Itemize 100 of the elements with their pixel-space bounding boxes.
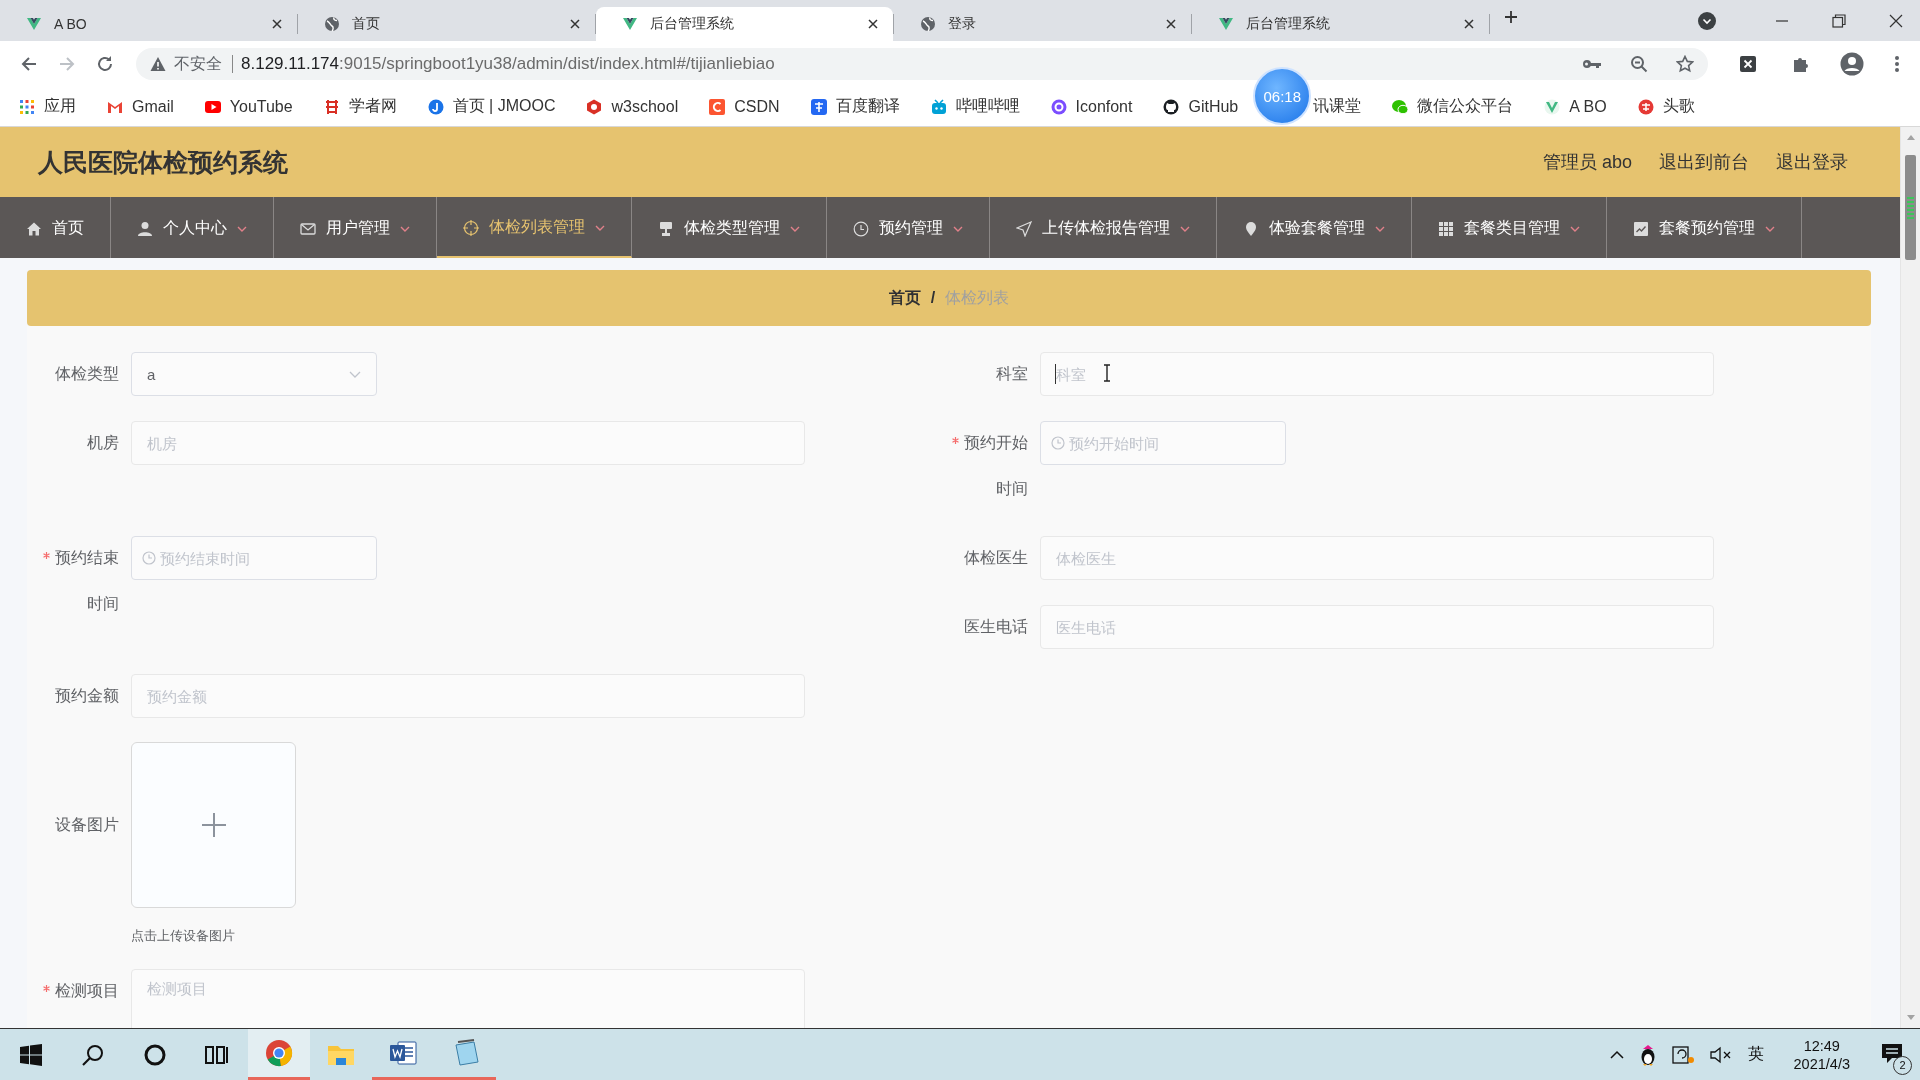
chart-icon: [1633, 220, 1649, 237]
nav-item[interactable]: 体检列表管理: [437, 197, 632, 258]
field-label: 预约金额: [54, 686, 120, 706]
breadcrumb-link[interactable]: 首页: [888, 287, 921, 309]
network-icon[interactable]: [1671, 1043, 1694, 1066]
input-field[interactable]: 体检医生: [1040, 536, 1714, 580]
bookmark-link[interactable]: CSDN: [734, 97, 780, 116]
bookmark-link[interactable]: GitHub: [1188, 97, 1239, 116]
close-icon[interactable]: [867, 18, 879, 30]
nav-item[interactable]: 用户管理: [274, 197, 437, 258]
new-tab-icon[interactable]: [1504, 9, 1518, 24]
user-icon: [137, 220, 153, 237]
star-icon[interactable]: [1676, 55, 1694, 73]
task-view-icon[interactable]: [205, 1043, 229, 1066]
windows-icon[interactable]: [20, 1043, 42, 1066]
input-field[interactable]: 科室: [1040, 352, 1714, 396]
bookmark-link[interactable]: A BO: [1569, 97, 1607, 116]
v-logo-icon: [1544, 98, 1561, 115]
restore-icon[interactable]: [1832, 13, 1846, 28]
select-field[interactable]: a: [131, 352, 377, 396]
close-icon[interactable]: [271, 18, 283, 30]
clock-icon: [853, 220, 869, 237]
close-icon[interactable]: [1889, 13, 1903, 28]
grid-icon: [1438, 220, 1454, 237]
browser-tab[interactable]: 后台管理系统: [596, 7, 893, 41]
bookmark-link[interactable]: 百度翻译: [835, 96, 900, 117]
required-icon: [952, 437, 959, 444]
site-icon: [709, 98, 726, 115]
back-icon[interactable]: [20, 55, 38, 73]
site-icon: [810, 98, 827, 115]
bookmark-link[interactable]: 微信公众平台: [1417, 96, 1514, 117]
close-icon[interactable]: [569, 18, 581, 30]
input-field[interactable]: 机房: [131, 421, 805, 465]
nav-item[interactable]: 预约管理: [827, 197, 990, 258]
input-field[interactable]: 预约金额: [131, 674, 805, 718]
header-link[interactable]: 退出登录: [1776, 150, 1848, 174]
site-icon: [323, 98, 340, 115]
bookmark-link[interactable]: 头歌: [1662, 96, 1695, 117]
field-label: 预约开始时间: [936, 420, 1040, 512]
nav-item[interactable]: 体检类型管理: [632, 197, 827, 258]
bookmark-link[interactable]: 首页 | JMOOC: [452, 96, 556, 117]
extension-icon[interactable]: [1740, 56, 1756, 72]
browser-tab[interactable]: 登录: [894, 7, 1191, 41]
date-field[interactable]: 预约结束时间: [131, 536, 377, 580]
tv-icon: [930, 98, 947, 115]
browser-tab[interactable]: A BO: [0, 7, 297, 41]
crosshair-icon: [463, 219, 479, 236]
mute-icon[interactable]: [1709, 1045, 1732, 1064]
browser-tab[interactable]: 首页: [298, 7, 595, 41]
bookmark-link[interactable]: Gmail: [132, 97, 174, 116]
header-link[interactable]: 退出到前台: [1659, 150, 1749, 174]
v-logo-icon: [622, 16, 638, 32]
bookmark-link[interactable]: w3school: [611, 97, 679, 116]
tab-search-icon[interactable]: [1698, 11, 1716, 30]
scrollbar-thumb[interactable]: [1905, 155, 1916, 260]
v-logo-icon: [1218, 16, 1234, 32]
nav-item[interactable]: 个人中心: [111, 197, 274, 258]
document-icon: [389, 1039, 417, 1067]
security-label[interactable]: 不安全: [174, 55, 233, 73]
required-icon: [43, 985, 50, 992]
nav-item[interactable]: 首页: [0, 197, 111, 258]
field-label: 设备图片: [54, 815, 120, 835]
bookmark-link[interactable]: YouTube: [229, 97, 293, 116]
search-icon[interactable]: [82, 1043, 104, 1066]
stamp-icon: [658, 220, 674, 237]
chrome-icon: [265, 1039, 293, 1067]
input-language[interactable]: 英: [1747, 1044, 1764, 1065]
chat-icon: [1392, 98, 1409, 115]
browser-tab[interactable]: 后台管理系统: [1192, 7, 1489, 41]
profile-icon[interactable]: [1840, 52, 1864, 76]
reload-icon[interactable]: [96, 55, 114, 73]
taskbar-app[interactable]: [248, 1029, 310, 1080]
bookmark-link[interactable]: 学者网: [348, 96, 397, 117]
globe-icon: [920, 16, 936, 32]
breadcrumb-current: 体检列表: [945, 287, 1010, 308]
menu-icon[interactable]: [1894, 55, 1900, 73]
clock[interactable]: 12:49 2021/4/3: [1793, 1036, 1850, 1073]
bookmark-link[interactable]: 讯课堂: [1313, 96, 1362, 117]
zoom-icon[interactable]: [1630, 55, 1648, 73]
upload-hint: 点击上传设备图片: [131, 928, 236, 945]
home-icon: [26, 220, 42, 237]
site-icon: [427, 98, 444, 115]
textarea-field[interactable]: 检测项目: [131, 969, 805, 1028]
penguin-icon[interactable]: [1639, 1043, 1656, 1066]
nav-item[interactable]: 上传体检报告管理: [990, 197, 1217, 258]
nav-item[interactable]: 套餐类目管理: [1412, 197, 1607, 258]
field-label: 检测项目: [27, 968, 131, 1014]
nav-item[interactable]: 体验套餐管理: [1217, 197, 1412, 258]
puzzle-icon[interactable]: [1792, 55, 1810, 73]
close-icon[interactable]: [1463, 18, 1475, 30]
circle-icon[interactable]: [144, 1043, 166, 1066]
key-icon[interactable]: [1582, 58, 1602, 70]
bookmark-link[interactable]: Iconfont: [1075, 97, 1133, 116]
v-logo-icon: [26, 16, 42, 32]
close-icon[interactable]: [1165, 18, 1177, 30]
date-field[interactable]: 预约开始时间: [1040, 421, 1286, 465]
bookmark-link[interactable]: 应用: [44, 96, 76, 117]
nav-item[interactable]: 套餐预约管理: [1607, 197, 1802, 258]
bookmark-link[interactable]: 哔哩哔哩: [955, 96, 1020, 117]
chevron-up-icon[interactable]: [1609, 1050, 1624, 1059]
